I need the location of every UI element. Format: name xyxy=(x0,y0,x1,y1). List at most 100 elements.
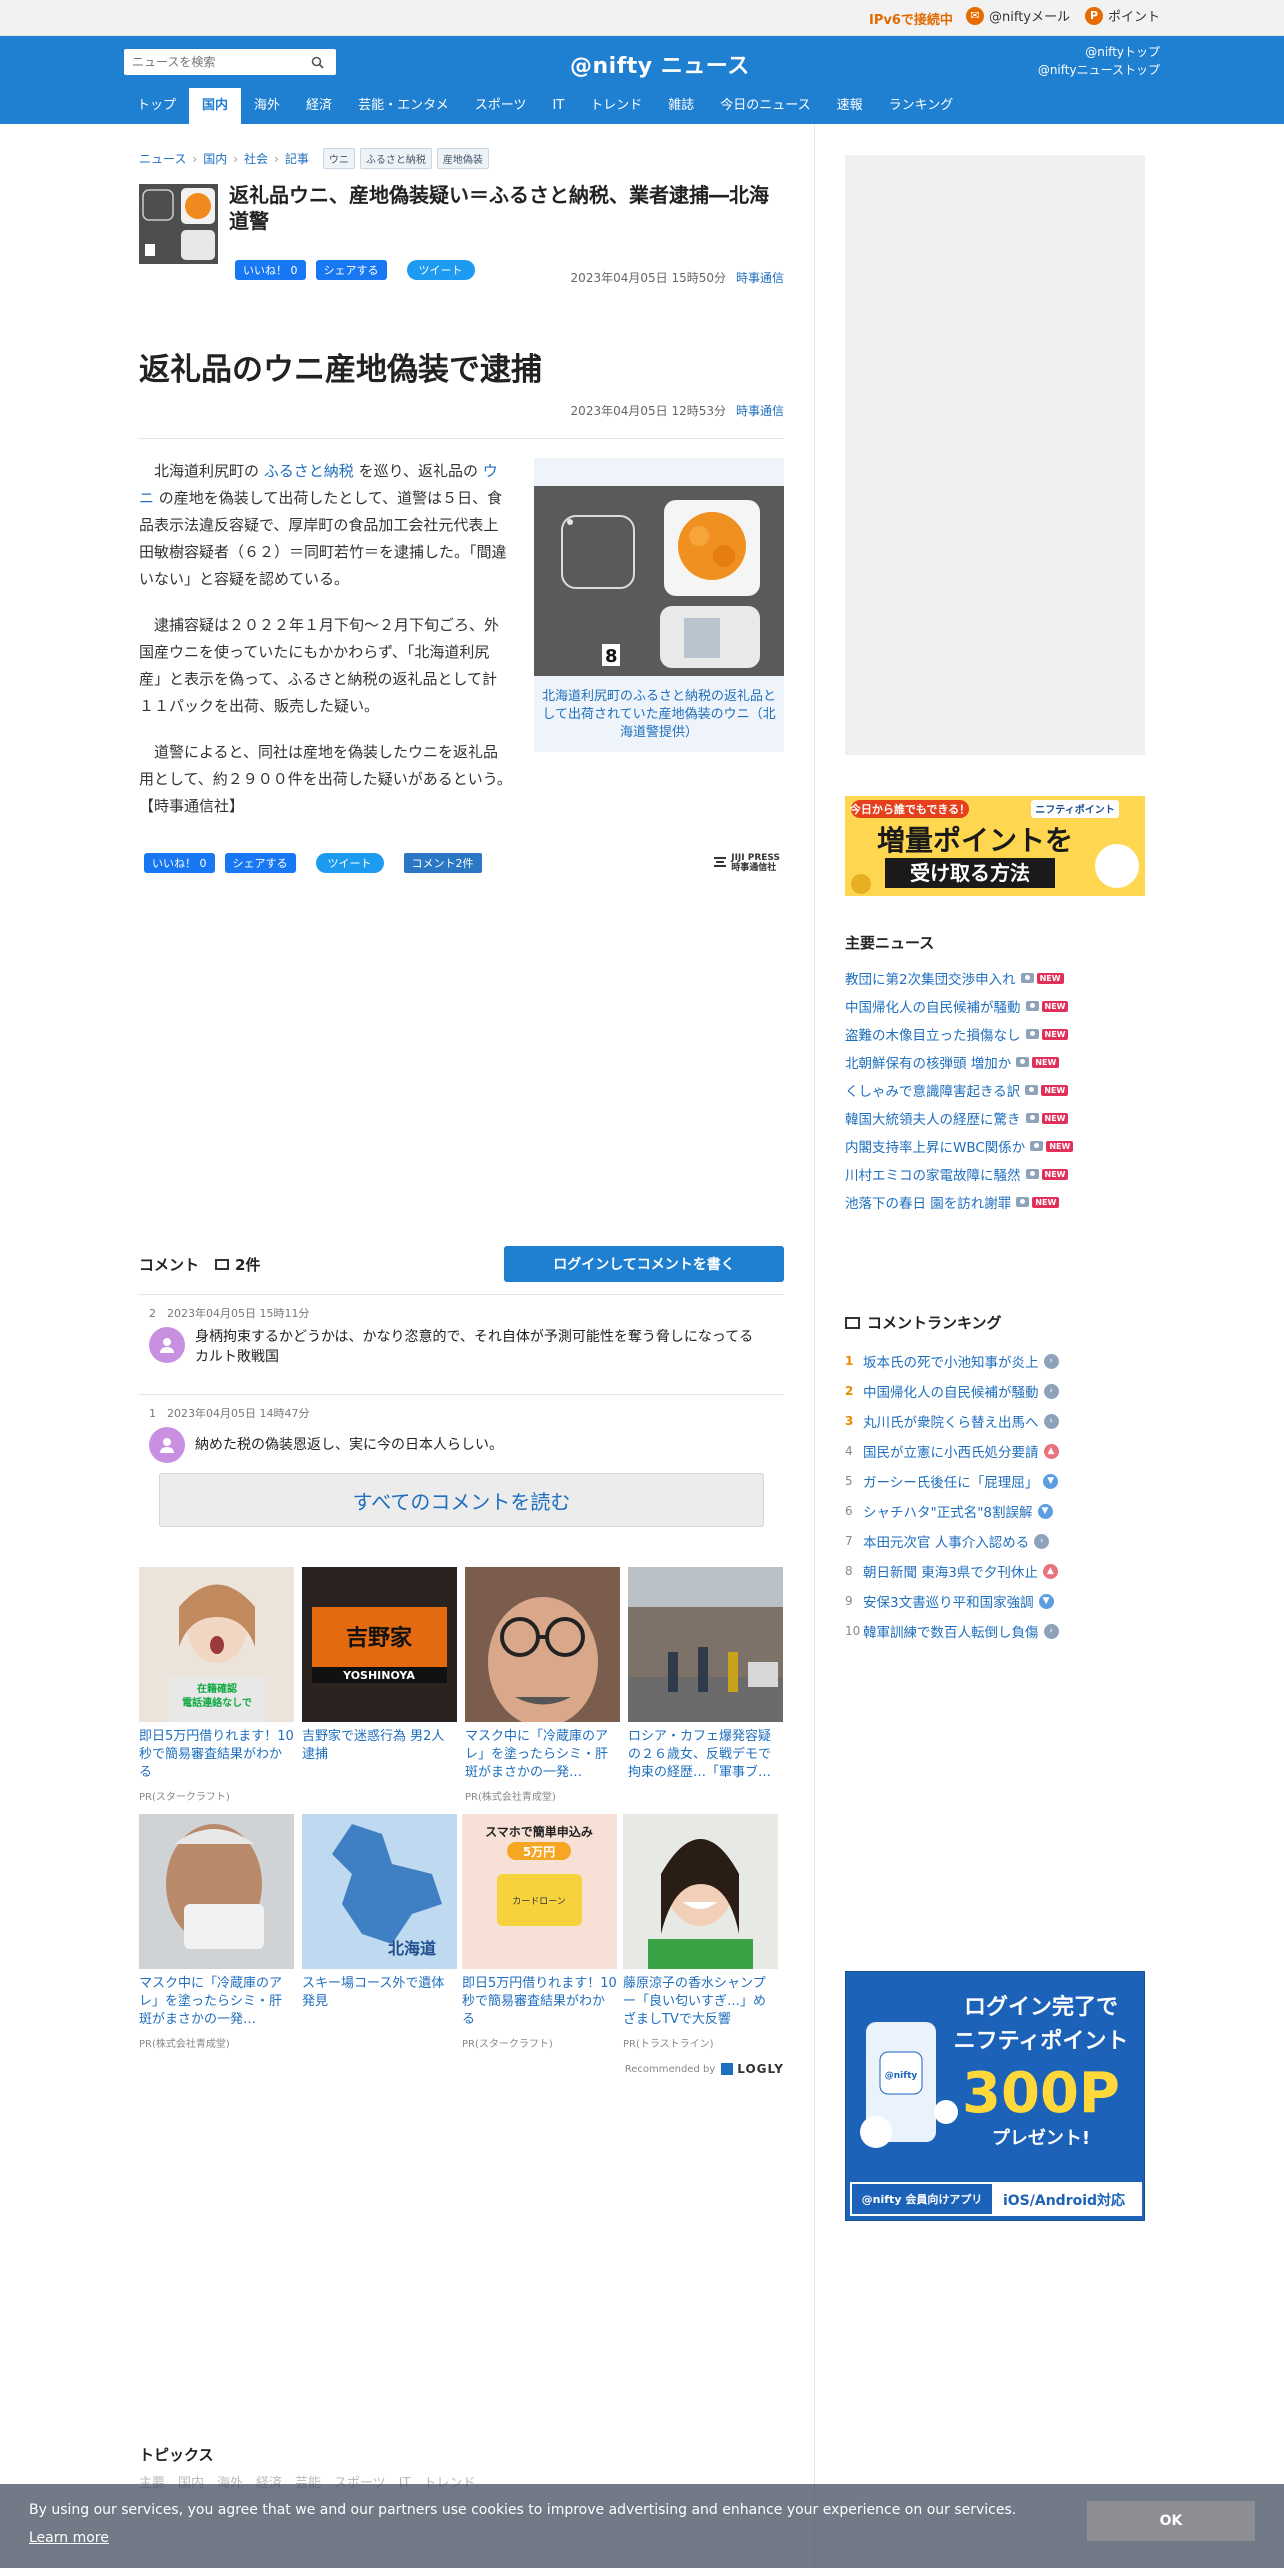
news-item[interactable]: 北朝鮮保有の核弾頭 増加か NEW xyxy=(845,1048,1145,1076)
comment-meta: 1 2023年04月05日 14時47分 xyxy=(149,1407,310,1420)
article-meta: 2023年04月05日 12時53分 時事通信 xyxy=(571,402,784,419)
crumb-news[interactable]: ニュース xyxy=(139,150,186,167)
nav-economy[interactable]: 経済 xyxy=(293,88,345,124)
news-item[interactable]: 内閣支持率上昇にWBC関係か NEW xyxy=(845,1132,1145,1160)
share-buttons-top: いいね！ 0 シェアする ツイート xyxy=(235,260,475,280)
nifty-mail-link[interactable]: ✉ @niftyメール xyxy=(966,6,1070,25)
news-item[interactable]: 池落下の春日 園を訪れ謝罪 NEW xyxy=(845,1188,1145,1216)
nav-trend[interactable]: トレンド xyxy=(577,88,655,124)
article-title: 返礼品のウニ産地偽装で逮捕 xyxy=(139,352,542,388)
recommended-item[interactable]: 北海道 スキー場コース外で遺体発見 xyxy=(302,1814,457,2035)
svg-text:@nifty 会員向けアプリ: @nifty 会員向けアプリ xyxy=(862,2192,983,2206)
search-icon[interactable] xyxy=(304,50,330,74)
recommended-pr: PR(株式会社青成堂) xyxy=(139,2039,230,2050)
main-news-list: 教団に第2次集団交渉申入れ NEW 中国帰化人の自民候補が騒動 NEW 盗難の木像目… xyxy=(845,964,1145,1216)
recommended-item[interactable]: ロシア・カフェ爆発容疑の２６歳女、反戦デモで拘束の経歴…「軍事ブ… xyxy=(628,1567,783,1788)
site-logo[interactable]: @nifty ニュース xyxy=(570,48,750,80)
photo-number: 8 xyxy=(605,646,618,667)
read-all-comments-button[interactable]: すべてのコメントを読む xyxy=(159,1473,764,1527)
article-photo[interactable]: 8 xyxy=(534,486,784,676)
trend-down-icon: ▼ xyxy=(1043,1473,1059,1489)
point-link[interactable]: P ポイント xyxy=(1085,6,1160,25)
recommended-title: スキー場コース外で遺体発見 xyxy=(302,1976,445,2009)
global-nav: トップ 国内 海外 経済 芸能・エンタメ スポーツ IT トレンド 雑誌 今日の… xyxy=(124,88,966,124)
comment-ranking-list: 1 坂本氏の死で小池知事が炎上 › 2 中国帰化人の自民候補が騒動 › 3 丸川氏が衆院く… xyxy=(845,1346,1145,1646)
headline-thumbnail[interactable] xyxy=(139,184,218,264)
like-button-bottom[interactable]: いいね！ 0 xyxy=(144,853,215,873)
news-item[interactable]: くしゃみで意識障害起きる訳 NEW xyxy=(845,1076,1145,1104)
nav-it[interactable]: IT xyxy=(539,88,577,124)
logly-logo[interactable]: LOGLY xyxy=(721,2062,784,2076)
nav-entertainment[interactable]: 芸能・エンタメ xyxy=(345,88,462,124)
ranking-item[interactable]: 1 坂本氏の死で小池知事が炎上 › xyxy=(845,1346,1145,1376)
mail-label: @niftyメール xyxy=(989,10,1070,25)
ranking-item[interactable]: 5 ガーシー氏後任に「屁理屈」 ▼ xyxy=(845,1466,1145,1496)
ranking-item[interactable]: 10 韓軍訓練で数百人転倒し負傷 › xyxy=(845,1616,1145,1646)
ranking-item[interactable]: 2 中国帰化人の自民候補が騒動 › xyxy=(845,1376,1145,1406)
recommended-item[interactable]: スマホで簡単申込み 5万円 カードローン 即日5万円借りれます！10秒で簡易審査結果… xyxy=(462,1814,617,2050)
source-link[interactable]: 時事通信 xyxy=(736,271,784,285)
ranking-item[interactable]: 7 本田元次官 人事介入認める › xyxy=(845,1526,1145,1556)
like-button[interactable]: いいね！ 0 xyxy=(235,260,306,280)
point-banner[interactable]: 今日から誰でもできる！ ニフティポイント 増量ポイントを 受け取る方法 xyxy=(845,796,1145,896)
news-item[interactable]: 川村エミコの家電故障に騒然 NEW xyxy=(845,1160,1145,1188)
recommended-item[interactable]: 在籍確認 電話連絡なしで 即日5万円借りれます！10秒で簡易審査結果がわかる PR… xyxy=(139,1567,294,1803)
tweet-button[interactable]: ツイート xyxy=(406,260,475,280)
learn-more-link[interactable]: Learn more xyxy=(29,2530,109,2546)
nav-today[interactable]: 今日のニュース xyxy=(707,88,823,124)
recommended-item[interactable]: 吉野家 YOSHINOYA 吉野家で迷惑行為 男2人逮捕 xyxy=(302,1567,457,1788)
recommended-title: マスク中に「冷蔵庫のアレ」を塗ったらシミ・肝斑がまさかの一発… xyxy=(139,1976,283,2027)
crumb-society[interactable]: 社会 xyxy=(244,150,268,167)
nav-ranking[interactable]: ランキング xyxy=(876,88,967,124)
tag-furusato[interactable]: ふるさと納税 xyxy=(359,148,432,169)
sidebar-ad[interactable] xyxy=(845,155,1145,755)
nav-top[interactable]: トップ xyxy=(124,88,189,124)
share-button-bottom[interactable]: シェアする xyxy=(224,853,296,873)
login-point-banner[interactable]: @nifty ログイン完了で ニフティポイント 300P プレゼント! @nif… xyxy=(845,1971,1145,2221)
mail-icon: ✉ xyxy=(966,6,984,25)
svg-text:スマホで簡単申込み: スマホで簡単申込み xyxy=(485,1824,593,1839)
recommended-item[interactable]: マスク中に「冷蔵庫のアレ」を塗ったらシミ・肝斑がまさかの一発… PR(株式会社青… xyxy=(139,1814,294,2050)
login-to-comment-button[interactable]: ログインしてコメントを書く xyxy=(504,1246,784,1282)
new-badge: NEW xyxy=(1041,1028,1069,1040)
avatar xyxy=(149,1427,185,1463)
divider xyxy=(139,438,784,439)
nifty-news-top-link[interactable]: @niftyニューストップ xyxy=(1038,61,1160,79)
comment-button[interactable]: コメント2件 xyxy=(403,853,482,873)
crumb-domestic[interactable]: 国内 xyxy=(203,150,227,167)
comment-icon xyxy=(215,1258,230,1270)
sidebar-divider xyxy=(814,124,815,2568)
tweet-button-bottom[interactable]: ツイート xyxy=(315,853,384,873)
share-button[interactable]: シェアする xyxy=(315,260,387,280)
nav-magazine[interactable]: 雑誌 xyxy=(655,88,707,124)
trend-same-icon: › xyxy=(1043,1623,1059,1639)
news-item[interactable]: 韓国大統領夫人の経歴に驚き NEW xyxy=(845,1104,1145,1132)
crumb-article[interactable]: 記事 xyxy=(285,150,309,167)
ranking-item[interactable]: 8 朝日新聞 東海3県で夕刊休止 ▲ xyxy=(845,1556,1145,1586)
source-link-2[interactable]: 時事通信 xyxy=(736,404,784,418)
tag-sanchi[interactable]: 産地偽装 xyxy=(436,148,489,169)
ranking-item[interactable]: 6 シャチハタ"正式名"8割誤解 ▼ xyxy=(845,1496,1145,1526)
trend-down-icon: ▼ xyxy=(1037,1503,1053,1519)
news-item[interactable]: 盗難の木像目立った損傷なし NEW xyxy=(845,1020,1145,1048)
recommended-item[interactable]: マスク中に「冷蔵庫のアレ」を塗ったらシミ・肝斑がまさかの一発… PR(株式会社青… xyxy=(465,1567,620,1803)
ranking-item[interactable]: 3 丸川氏が衆院くら替え出馬へ › xyxy=(845,1406,1145,1436)
nav-sports[interactable]: スポーツ xyxy=(462,88,540,124)
news-item[interactable]: 中国帰化人の自民候補が騒動 NEW xyxy=(845,992,1145,1020)
ranking-item[interactable]: 9 安保3文書巡り平和国家強調 ▼ xyxy=(845,1586,1145,1616)
nifty-top-link[interactable]: @niftyトップ xyxy=(1038,43,1160,61)
site-header: @nifty ニュース @niftyトップ @niftyニューストップ トップ … xyxy=(0,36,1284,124)
cookie-banner: By using our services, you agree that we… xyxy=(0,2484,1284,2568)
recommended-pr: PR(スタークラフト) xyxy=(139,1792,230,1803)
cookie-ok-button[interactable]: OK xyxy=(1087,2501,1255,2541)
ipv6-status: IPv6で接続中 xyxy=(869,13,953,28)
nav-domestic[interactable]: 国内 xyxy=(189,88,242,124)
news-item[interactable]: 教団に第2次集団交渉申入れ NEW xyxy=(845,964,1145,992)
tag-uni[interactable]: ウニ xyxy=(322,148,355,169)
nav-breaking[interactable]: 速報 xyxy=(824,88,876,124)
ranking-item[interactable]: 4 国民が立憲に小西氏処分要請 ▲ xyxy=(845,1436,1145,1466)
nav-world[interactable]: 海外 xyxy=(241,88,293,124)
search-input[interactable] xyxy=(124,50,304,74)
link-furusato[interactable]: ふるさと納税 xyxy=(264,462,354,480)
recommended-item[interactable]: 藤原涼子の香水シャンプー「良い匂いすぎ…」めざましTVで大反響 PR(トラストラ… xyxy=(623,1814,778,2050)
